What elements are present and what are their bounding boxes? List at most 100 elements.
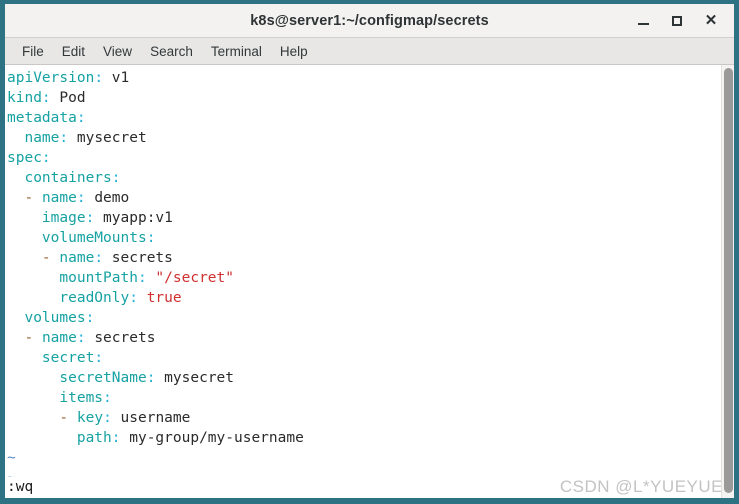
editor-line: secretName: mysecret — [7, 368, 734, 388]
yaml-key: containers — [24, 170, 112, 186]
editor-line: items: — [7, 388, 734, 408]
yaml-key: apiVersion — [7, 70, 95, 86]
menu-bar: File Edit View Search Terminal Help — [5, 38, 734, 65]
yaml-colon: : — [41, 150, 51, 166]
yaml-colon: : — [111, 170, 121, 186]
menu-item-view[interactable]: View — [94, 42, 141, 61]
editor-line: volumeMounts: — [7, 228, 734, 248]
menu-item-help[interactable]: Help — [271, 42, 317, 61]
menu-item-edit[interactable]: Edit — [53, 42, 94, 61]
yaml-key: name — [41, 330, 77, 346]
list-dash: - — [24, 190, 42, 206]
yaml-key: name — [41, 190, 77, 206]
yaml-key: spec — [7, 150, 42, 166]
yaml-value: secrets — [103, 250, 173, 266]
menu-item-search[interactable]: Search — [141, 42, 202, 61]
editor-buffer[interactable]: apiVersion: v1 kind: Pod metadata: name: m… — [5, 65, 734, 477]
menu-item-terminal[interactable]: Terminal — [202, 42, 271, 61]
yaml-colon: : — [94, 350, 104, 366]
editor-line: name: mysecret — [7, 128, 734, 148]
scrollbar-thumb[interactable] — [724, 68, 733, 493]
yaml-key: key — [76, 410, 104, 426]
list-dash: - — [59, 410, 77, 426]
editor-line: image: myapp:v1 — [7, 208, 734, 228]
yaml-value: myapp:v1 — [94, 210, 173, 226]
yaml-value: my-group/my-username — [120, 430, 304, 446]
yaml-colon: : — [146, 230, 156, 246]
editor-line: kind: Pod — [7, 88, 734, 108]
yaml-colon: : — [76, 110, 86, 126]
scrollbar[interactable] — [721, 65, 734, 498]
menu-item-file[interactable]: File — [13, 42, 53, 61]
minimize-icon — [637, 23, 649, 25]
yaml-value: Pod — [50, 90, 86, 106]
yaml-colon: : — [41, 90, 51, 106]
yaml-key: readOnly — [59, 290, 130, 306]
yaml-value: username — [111, 410, 191, 426]
maximize-icon — [672, 15, 682, 26]
editor-line: spec: — [7, 148, 734, 168]
yaml-key: kind — [7, 90, 42, 106]
editor-line: mountPath: "/secret" — [7, 268, 734, 288]
editor-line: containers: — [7, 168, 734, 188]
yaml-key: name — [59, 250, 95, 266]
yaml-colon: : — [76, 190, 86, 206]
list-dash: - — [41, 250, 60, 266]
yaml-key: name — [24, 130, 60, 146]
yaml-colon: : — [137, 270, 147, 286]
window-controls: ✕ — [626, 8, 734, 34]
editor-line: - name: secrets — [7, 248, 734, 268]
terminal-window: k8s@server1:~/configmap/secrets ✕ File E… — [0, 0, 739, 504]
yaml-key: volumeMounts — [41, 230, 147, 246]
yaml-key: path — [76, 430, 112, 446]
editor-line: path: my-group/my-username — [7, 428, 734, 448]
yaml-value: true — [137, 290, 182, 306]
yaml-value: v1 — [103, 70, 130, 86]
empty-line-marker: ~ — [7, 450, 16, 466]
yaml-colon: : — [111, 430, 121, 446]
editor-line: metadata: — [7, 108, 734, 128]
yaml-key: volumes — [24, 310, 86, 326]
empty-line-marker: ~ — [7, 468, 734, 477]
yaml-colon: : — [59, 130, 69, 146]
window-inner: k8s@server1:~/configmap/secrets ✕ File E… — [5, 4, 734, 498]
yaml-colon: : — [103, 390, 112, 406]
window-title: k8s@server1:~/configmap/secrets — [250, 12, 489, 29]
yaml-colon: : — [94, 70, 104, 86]
editor-line: volumes: — [7, 308, 734, 328]
close-button[interactable]: ✕ — [694, 8, 728, 34]
yaml-colon: : — [103, 410, 112, 426]
yaml-key: secretName — [59, 370, 147, 386]
yaml-colon: : — [85, 210, 95, 226]
yaml-key: image — [41, 210, 86, 226]
maximize-button[interactable] — [660, 8, 694, 34]
editor-line: - key: username — [7, 408, 734, 428]
list-dash: - — [24, 330, 42, 346]
terminal-area[interactable]: apiVersion: v1 kind: Pod metadata: name: m… — [5, 65, 734, 498]
yaml-colon: : — [94, 250, 104, 266]
yaml-value: "/secret" — [146, 270, 235, 286]
yaml-key: mountPath — [59, 270, 138, 286]
minimize-button[interactable] — [626, 8, 660, 34]
title-bar[interactable]: k8s@server1:~/configmap/secrets ✕ — [5, 4, 734, 38]
close-icon: ✕ — [704, 12, 718, 29]
vim-status-line: :wq CSDN @L*YUEYUE — [5, 477, 734, 498]
yaml-key: items — [59, 390, 104, 406]
yaml-key: metadata — [7, 110, 77, 126]
yaml-value: mysecret — [68, 130, 147, 146]
watermark-text: CSDN @L*YUEYUE — [559, 477, 723, 496]
